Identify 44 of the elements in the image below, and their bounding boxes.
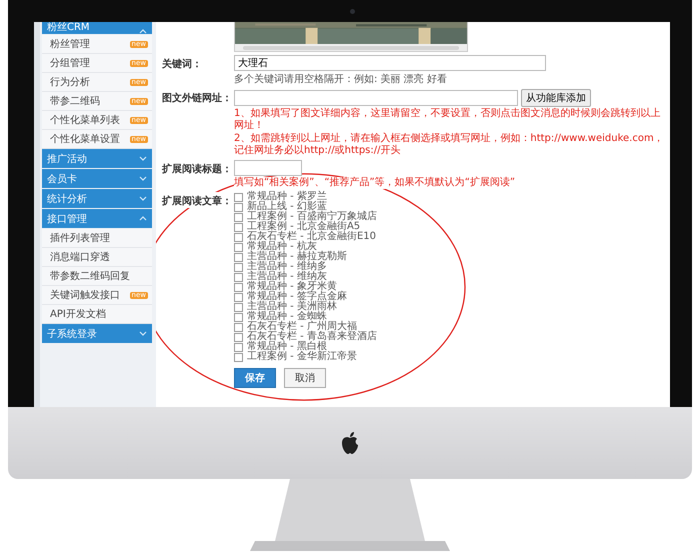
sidebar-item-label: 关键词触发接口 [50, 288, 120, 302]
article-label: 常规品种 - 杭灰 [247, 242, 319, 252]
article-label: 石灰石专栏 - 青岛喜来登酒店 [247, 332, 379, 342]
article-label: 主营品种 - 维纳灰 [247, 272, 329, 282]
keyword-field[interactable]: 大理石 [234, 55, 546, 71]
sidebar-item-label: 带参二维码 [50, 94, 100, 108]
cancel-button[interactable]: 取消 [284, 368, 326, 388]
library-button[interactable]: 从功能库添加 [521, 89, 591, 107]
warning-text: 填写如“相关案例”、“推荐产品”等，如果不填默认为“扩展阅读” [234, 177, 516, 189]
article-label: 石灰石专栏 - 北京金融街E10 [247, 232, 378, 242]
hint-text: 多个关键词请用空格隔开：例如: 美丽 漂亮 好看 [234, 72, 447, 86]
sidebar-item[interactable]: 消息端口穿透 [42, 248, 152, 267]
sidebar-item-label: 行为分析 [50, 76, 90, 89]
article-label: 新品上线 - 幻影蓝 [247, 202, 329, 212]
sidebar-item-label: 个性化菜单设置 [50, 132, 120, 146]
sidebar-section-header[interactable]: 推广活动 [42, 149, 152, 168]
sidebar-item-label: 插件列表管理 [50, 232, 110, 245]
article-label: 常规品种 - 象牙米黄 [247, 282, 339, 292]
article-label: 工程案例 - 百盛南宁万象城店 [247, 212, 379, 222]
sidebar-section-header[interactable]: 子系统登录 [42, 324, 152, 343]
sidebar-item-label: 消息端口穿透 [50, 250, 110, 264]
sidebar-item[interactable]: 插件列表管理 [42, 229, 152, 248]
article-label: 石灰石专栏 - 广州周大福 [247, 322, 359, 332]
article-label: 常规品种 - 紫罗兰 [247, 192, 329, 202]
article-label: 主营品种 - 美洲雨林 [247, 302, 339, 312]
sidebar-item-label: API开发文档 [50, 308, 106, 321]
sidebar-section-header[interactable]: 会员卡 [42, 169, 152, 188]
sidebar-section-header[interactable]: 接口管理 [42, 209, 152, 228]
sidebar-section-header[interactable]: 粉丝CRM [42, 22, 152, 34]
save-button[interactable]: 保存 [234, 368, 276, 388]
article-label: 工程案例 - 北京金融街A5 [247, 222, 362, 232]
article-label: 工程案例 - 金华新江帝景 [247, 352, 359, 362]
sidebar-item-label: 带参数二维码回复 [50, 270, 130, 283]
article-label: 常规品种 - 黑白根 [247, 342, 329, 352]
article-label: 常规品种 - 签字点金麻 [247, 292, 349, 302]
article-label: 主营品种 - 维纳多 [247, 262, 329, 272]
article-label: 常规品种 - 金蜘蛛 [247, 312, 329, 322]
sidebar-item-label: 分组管理 [50, 57, 90, 70]
sidebar-section-header[interactable]: 统计分析 [42, 189, 152, 208]
sidebar-item[interactable]: 带参数二维码回复 [42, 267, 152, 286]
sidebar-item[interactable]: API开发文档 [42, 305, 152, 324]
sidebar-item-label: 粉丝管理 [50, 38, 90, 51]
article-label: 主营品种 - 赫拉克勒斯 [247, 252, 349, 262]
sidebar-item-label: 个性化菜单列表 [50, 114, 120, 127]
